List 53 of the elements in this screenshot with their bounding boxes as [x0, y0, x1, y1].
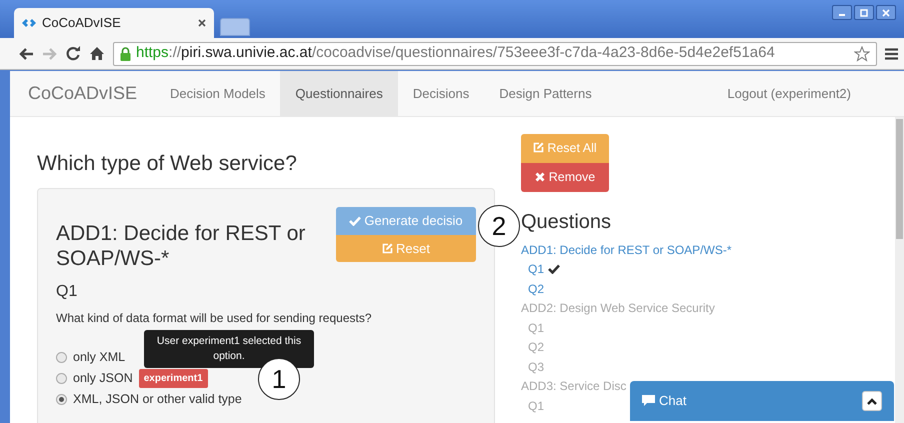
expand-button[interactable]: [862, 391, 882, 411]
user-tag: experiment1: [138, 368, 208, 388]
maximize-icon: [860, 8, 868, 16]
scrollbar[interactable]: [895, 117, 904, 423]
close-icon[interactable]: [198, 19, 206, 27]
brand-name[interactable]: CoCoADvISE: [28, 71, 156, 116]
option-label[interactable]: only XML: [73, 348, 126, 367]
questions-heading: Questions: [521, 210, 612, 234]
tooltip: User experiment1 selected this option.: [144, 330, 314, 368]
chat-title: Chat: [659, 392, 686, 410]
radio-button[interactable]: [56, 372, 67, 384]
edit-icon: [533, 142, 544, 153]
chat-bar[interactable]: Chat: [630, 381, 894, 421]
question-link[interactable]: Q1: [528, 261, 544, 277]
decision-link[interactable]: ADD1: Decide for REST or SOAP/WS-*: [521, 242, 732, 258]
url-text: https://piri.swa.univie.ac.at/cocoadvise/questionnaires/753eee3f-c7da-4a23-8d6e-5d4e2ef51a64: [136, 43, 775, 64]
reset-button[interactable]: Reset: [336, 234, 476, 262]
question-label: Q1: [56, 282, 78, 301]
nav-tab[interactable]: Questionnaires: [280, 71, 398, 116]
address-bar[interactable]: https://piri.swa.univie.ac.at/cocoadvise/questionnaires/753eee3f-c7da-4a23-8d6e-5d4e2ef51a64: [113, 42, 877, 66]
close-button[interactable]: [876, 5, 896, 20]
lock-icon: [120, 46, 131, 60]
minimize-button[interactable]: [832, 5, 852, 20]
nav-tab[interactable]: Decisions: [398, 71, 484, 116]
close-icon: [882, 8, 890, 16]
generate-button[interactable]: Generate decisio: [336, 207, 476, 235]
nav-tab[interactable]: Design Patterns: [484, 71, 607, 116]
remove-button[interactable]: Remove: [521, 162, 609, 192]
chevron-up-icon: [867, 398, 877, 404]
reset-all-button[interactable]: Reset All: [521, 134, 609, 163]
question-text: What kind of data format will be used for sending requests?: [56, 310, 373, 327]
decision-title: ADD1: Decide for REST or SOAP/WS-*: [56, 221, 306, 272]
menu-icon[interactable]: [885, 48, 898, 60]
back-icon[interactable]: [18, 46, 34, 60]
reload-icon[interactable]: [66, 46, 81, 61]
page-title: Which type of Web service?: [37, 151, 298, 176]
check-icon: [349, 216, 362, 226]
nav-tab[interactable]: Decision Models: [155, 71, 280, 116]
favicon-icon: [22, 18, 36, 28]
chat-icon: [642, 395, 655, 407]
edit-icon: [382, 242, 394, 254]
browser-tab[interactable]: CoCoADvISE: [14, 8, 214, 38]
radio-button[interactable]: [56, 352, 67, 363]
home-icon[interactable]: [89, 46, 105, 61]
option-label[interactable]: XML, JSON or other valid type: [73, 390, 242, 409]
maximize-button[interactable]: [854, 5, 874, 20]
close-icon: [534, 172, 545, 182]
star-icon[interactable]: [854, 46, 870, 62]
tab-title: CoCoADvISE: [42, 14, 121, 32]
logout-link[interactable]: Logout (experiment2): [712, 71, 866, 116]
radio-button[interactable]: [56, 394, 67, 405]
option-label[interactable]: only JSON: [73, 368, 133, 388]
question-link[interactable]: Q2: [528, 280, 544, 296]
